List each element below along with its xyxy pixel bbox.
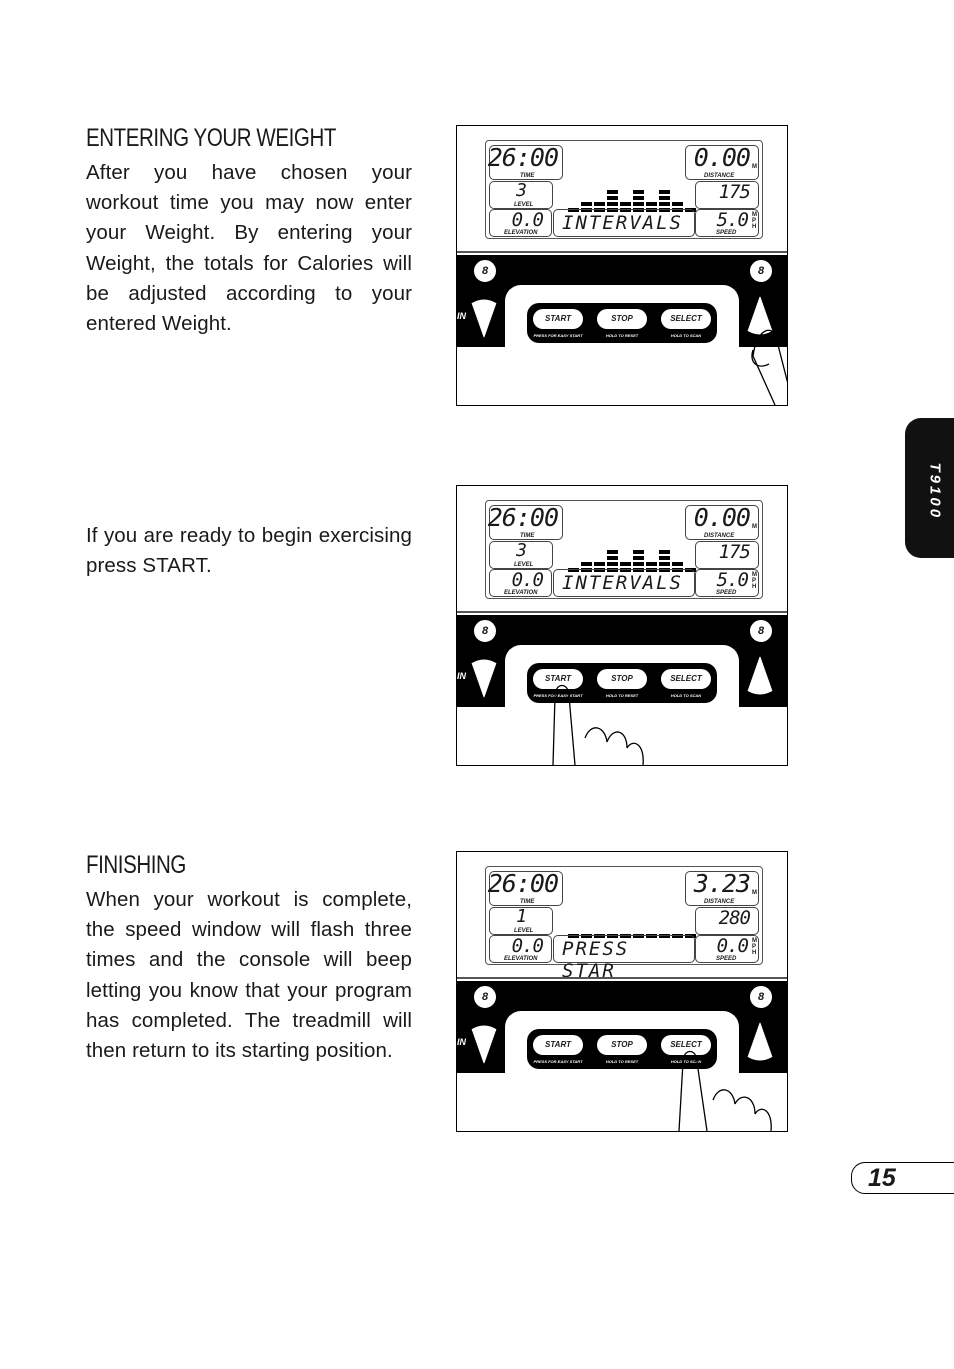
page-number: 15 bbox=[868, 1164, 896, 1192]
pointing-hand-icon bbox=[678, 1050, 772, 1131]
pointing-hand-icon bbox=[751, 329, 787, 405]
console-illustration: 26:00 TIME 3 LEVEL 0.0 ELEVATION INTERVA… bbox=[456, 485, 788, 766]
heading-finishing: FINISHING bbox=[86, 851, 186, 879]
heading-entering-weight: ENTERING YOUR WEIGHT bbox=[86, 124, 336, 152]
page-number-box: 15 bbox=[851, 1162, 954, 1194]
paragraph-finishing: When your workout is complete, the speed… bbox=[86, 888, 412, 1063]
pointing-hand-icon bbox=[552, 684, 644, 765]
paragraph-entering-weight: After you have chosen your workout time … bbox=[86, 161, 412, 336]
console-illustration: 26:00 TIME 3 LEVEL 0.0 ELEVATION INTERVA… bbox=[456, 125, 788, 406]
paragraph-ready-start: If you are ready to begin exercising pre… bbox=[86, 524, 412, 578]
model-side-tab: T9100 bbox=[905, 418, 954, 558]
console-illustration: 26:00 TIME 1 LEVEL 0.0 ELEVATION PRESS S… bbox=[456, 851, 788, 1132]
model-label: T9100 bbox=[926, 462, 944, 521]
